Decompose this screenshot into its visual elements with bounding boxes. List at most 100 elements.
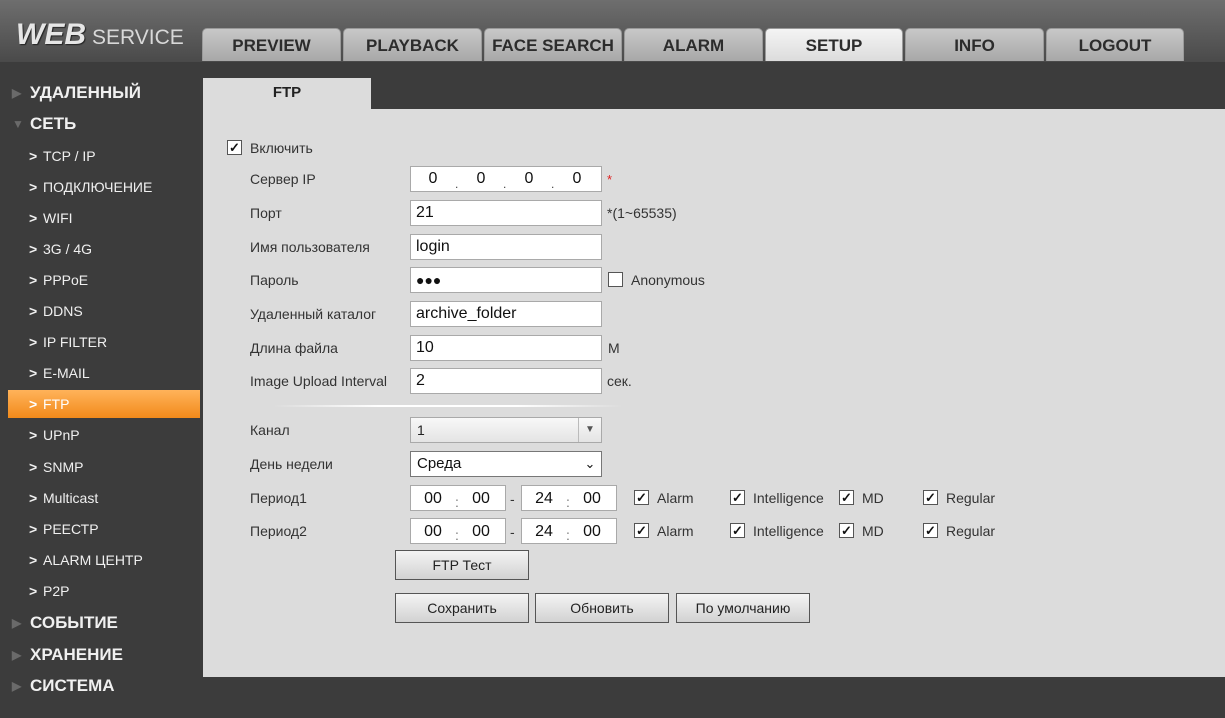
logo-word-service: SERVICE [92,26,184,49]
tab-logout[interactable]: LOGOUT [1046,28,1184,61]
triangle-down-icon: ▼ [12,117,24,131]
sidebar-item-alarm-center[interactable]: > ALARM ЦЕНТР [8,546,200,574]
sidebar-item-wifi[interactable]: > WIFI [8,204,200,232]
period1-end-hour[interactable]: 24 [530,487,558,511]
chevron-right-icon: > [29,303,38,319]
password-field[interactable]: ●●● [410,267,602,293]
sidebar-item-ftp[interactable]: > FTP [8,390,200,418]
sidebar-section-system[interactable]: ▶ СИСТЕМА [12,673,115,699]
save-button[interactable]: Сохранить [395,593,529,623]
time-separator: : [455,494,459,510]
file-length-unit: M [608,340,620,356]
header-bar: WEB SERVICE PREVIEW PLAYBACK FACE SEARCH … [0,0,1225,62]
time-separator: : [566,527,570,543]
period1-intelligence-checkbox[interactable]: ✓ [730,490,745,505]
port-field[interactable]: 21 [410,200,602,226]
period2-start-minute[interactable]: 00 [467,520,495,544]
weekday-select[interactable]: Среда ⌄ [410,451,602,477]
remote-directory-field[interactable]: archive_folder [410,301,602,327]
period2-end-hour[interactable]: 24 [530,520,558,544]
ip-octet-1[interactable]: 0 [421,167,445,191]
time-separator: : [566,494,570,510]
chevron-right-icon: > [29,459,38,475]
period1-end-time[interactable]: 24 : 00 [521,485,617,511]
tab-info[interactable]: INFO [905,28,1044,61]
tab-setup[interactable]: SETUP [765,28,903,61]
tab-playback[interactable]: PLAYBACK [343,28,482,61]
refresh-button[interactable]: Обновить [535,593,669,623]
period2-intelligence-checkbox[interactable]: ✓ [730,523,745,538]
period1-start-hour[interactable]: 00 [419,487,447,511]
period1-intelligence-label: Intelligence [753,490,824,506]
sidebar-section-network[interactable]: ▼ СЕТЬ [12,111,76,137]
section-divider [273,405,623,407]
sidebar-section-event[interactable]: ▶ СОБЫТИЕ [12,610,118,636]
sidebar-item-p2p[interactable]: > P2P [8,577,200,605]
anonymous-checkbox[interactable] [608,272,623,287]
sidebar-section-label: СЕТЬ [30,114,77,133]
sidebar-item-email[interactable]: > E-MAIL [8,359,200,387]
period1-md-checkbox[interactable]: ✓ [839,490,854,505]
dropdown-arrow-icon: ▼ [578,418,601,442]
period2-regular-checkbox[interactable]: ✓ [923,523,938,538]
period2-start-time[interactable]: 00 : 00 [410,518,506,544]
enable-checkbox[interactable]: ✓ [227,140,242,155]
chevron-right-icon: > [29,365,38,381]
sidebar-section-storage[interactable]: ▶ ХРАНЕНИЕ [12,642,123,668]
triangle-right-icon: ▶ [12,616,22,630]
logo-word-web: WEB [16,18,86,51]
sidebar-item-registry[interactable]: > РЕЕСТР [8,515,200,543]
sidebar-section-remote[interactable]: ▶ УДАЛЕННЫЙ [12,80,141,106]
sidebar-item-ip-filter[interactable]: > IP FILTER [8,328,200,356]
period2-end-minute[interactable]: 00 [578,520,606,544]
tab-preview[interactable]: PREVIEW [202,28,341,61]
period1-regular-checkbox[interactable]: ✓ [923,490,938,505]
tab-alarm[interactable]: ALARM [624,28,763,61]
port-label: Порт [250,205,282,221]
ip-octet-4[interactable]: 0 [565,167,589,191]
sidebar-item-ddns[interactable]: > DDNS [8,297,200,325]
tab-face-search[interactable]: FACE SEARCH [484,28,622,61]
default-button[interactable]: По умолчанию [676,593,810,623]
username-field[interactable]: login [410,234,602,260]
upload-interval-field[interactable]: 2 [410,368,602,394]
period1-start-time[interactable]: 00 : 00 [410,485,506,511]
period1-regular-label: Regular [946,490,996,506]
period2-end-time[interactable]: 24 : 00 [521,518,617,544]
chevron-right-icon: > [29,210,38,226]
channel-select[interactable]: 1 ▼ [410,417,602,443]
file-length-field[interactable]: 10 [410,335,602,361]
chevron-down-icon: ⌄ [584,456,596,471]
sidebar-item-label: TCP / IP [43,148,96,164]
sidebar-item-snmp[interactable]: > SNMP [8,453,200,481]
anonymous-label: Anonymous [631,272,705,288]
sidebar-item-label: E-MAIL [43,365,90,381]
ip-octet-2[interactable]: 0 [469,167,493,191]
sidebar-item-multicast[interactable]: > Multicast [8,484,200,512]
sidebar-item-label: IP FILTER [43,334,108,350]
sidebar: ▶ УДАЛЕННЫЙ ▼ СЕТЬ > TCP / IP > ПОДКЛЮЧЕНИЕ … [0,62,203,718]
period1-start-minute[interactable]: 00 [467,487,495,511]
sidebar-item-upnp[interactable]: > UPnP [8,421,200,449]
sidebar-item-connection[interactable]: > ПОДКЛЮЧЕНИЕ [8,173,200,201]
tab-ftp[interactable]: FTP [203,78,371,109]
triangle-right-icon: ▶ [12,648,22,662]
sidebar-item-tcp-ip[interactable]: > TCP / IP [8,142,200,170]
ftp-test-button[interactable]: FTP Тест [395,550,529,580]
chevron-right-icon: > [29,427,38,443]
enable-label: Включить [250,140,313,156]
sidebar-item-label: P2P [43,583,70,599]
server-ip-field[interactable]: 0 . 0 . 0 . 0 [410,166,602,192]
period2-start-hour[interactable]: 00 [419,520,447,544]
sidebar-item-3g-4g[interactable]: >3G / 4G [8,235,200,263]
time-separator: : [455,527,459,543]
period2-alarm-checkbox[interactable]: ✓ [634,523,649,538]
period2-alarm-label: Alarm [657,523,694,539]
period2-md-checkbox[interactable]: ✓ [839,523,854,538]
server-ip-label: Сервер IP [250,171,316,187]
sidebar-item-pppoe[interactable]: > PPPoE [8,266,200,294]
period1-alarm-checkbox[interactable]: ✓ [634,490,649,505]
sidebar-section-label: УДАЛЕННЫЙ [30,83,141,102]
ip-octet-3[interactable]: 0 [517,167,541,191]
period1-end-minute[interactable]: 00 [578,487,606,511]
